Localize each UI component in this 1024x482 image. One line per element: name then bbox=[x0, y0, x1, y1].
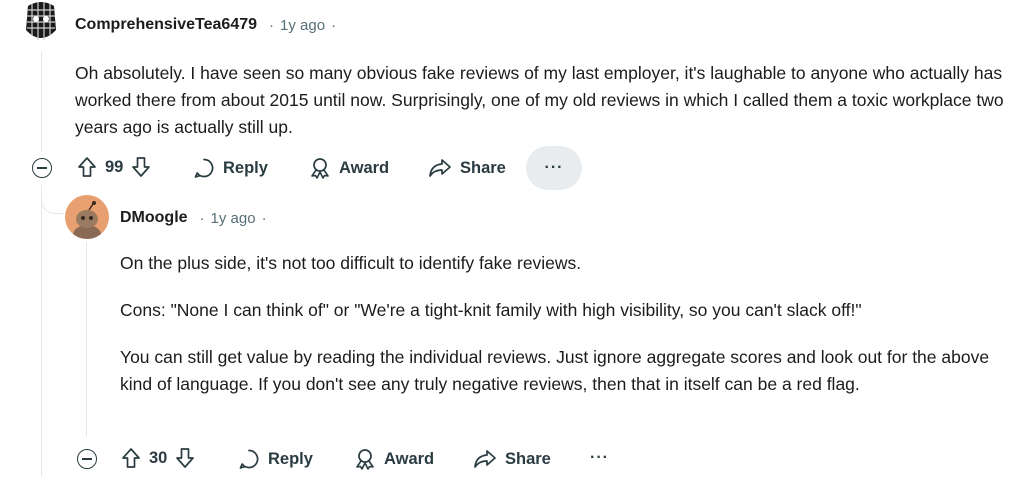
thread-line-main bbox=[41, 52, 42, 152]
downvote-arrow-icon[interactable] bbox=[131, 156, 151, 178]
share-label: Share bbox=[460, 158, 506, 177]
comment-paragraph: Oh absolutely. I have seen so many obvio… bbox=[75, 63, 1004, 137]
vote-score: 30 bbox=[149, 448, 168, 467]
speech-bubble-icon bbox=[194, 158, 214, 178]
reply-label: Reply bbox=[223, 158, 268, 177]
more-options-button[interactable]: ··· bbox=[526, 146, 582, 190]
award-button[interactable]: Award bbox=[354, 448, 434, 470]
share-arrow-icon bbox=[474, 450, 496, 468]
meta-separator: · bbox=[269, 16, 275, 34]
thread-connector bbox=[41, 185, 64, 214]
share-button[interactable]: Share bbox=[428, 157, 506, 179]
award-button[interactable]: Award bbox=[309, 157, 389, 179]
comment-paragraph: Cons: "None I can think of" or "We're a … bbox=[120, 300, 862, 320]
comment-author[interactable]: DMoogle bbox=[120, 209, 188, 227]
award-icon bbox=[311, 158, 329, 179]
award-label: Award bbox=[339, 158, 390, 177]
reply-button[interactable]: Reply bbox=[238, 448, 313, 470]
avatar-snoo-icon bbox=[26, 2, 56, 40]
collapse-minus-icon[interactable] bbox=[77, 449, 97, 469]
comment-body: Oh absolutely. I have seen so many obvio… bbox=[75, 60, 1015, 141]
more-options-button[interactable]: ··· bbox=[590, 449, 609, 467]
upvote-arrow-icon[interactable] bbox=[121, 447, 141, 469]
reply-button[interactable]: Reply bbox=[193, 157, 268, 179]
meta-separator: · bbox=[261, 209, 267, 227]
comment-body: On the plus side, it's not too difficult… bbox=[120, 250, 1020, 398]
thread-line-reply bbox=[86, 242, 87, 436]
speech-bubble-icon bbox=[239, 449, 259, 469]
downvote-arrow-icon[interactable] bbox=[175, 447, 195, 469]
award-label: Award bbox=[384, 449, 435, 468]
comment-header: ComprehensiveTea6479 · 1y ago · bbox=[75, 16, 336, 34]
vote-control: 99 bbox=[77, 156, 151, 178]
vote-score: 99 bbox=[105, 157, 124, 176]
share-arrow-icon bbox=[429, 159, 451, 177]
share-button[interactable]: Share bbox=[473, 448, 551, 470]
avatar[interactable] bbox=[22, 0, 60, 48]
meta-separator: · bbox=[331, 16, 337, 34]
share-label: Share bbox=[505, 449, 551, 468]
comment-header: DMoogle · 1y ago · bbox=[120, 209, 267, 227]
more-icon: ··· bbox=[544, 159, 564, 176]
upvote-arrow-icon[interactable] bbox=[77, 156, 97, 178]
vote-control: 30 bbox=[121, 447, 195, 469]
collapse-minus-icon[interactable] bbox=[32, 158, 52, 178]
meta-separator: · bbox=[199, 209, 205, 227]
more-icon: ··· bbox=[590, 449, 609, 466]
comment-paragraph: You can still get value by reading the i… bbox=[120, 347, 990, 394]
award-icon bbox=[356, 449, 374, 470]
avatar[interactable] bbox=[65, 195, 109, 239]
comment-timestamp[interactable]: 1y ago bbox=[211, 210, 256, 227]
avatar-snoo-icon bbox=[73, 201, 101, 239]
reply-label: Reply bbox=[268, 449, 313, 468]
thread-line-nested bbox=[41, 190, 42, 476]
comment-author[interactable]: ComprehensiveTea6479 bbox=[75, 16, 257, 34]
comment-timestamp[interactable]: 1y ago bbox=[280, 17, 325, 34]
comment-paragraph: On the plus side, it's not too difficult… bbox=[120, 253, 582, 273]
